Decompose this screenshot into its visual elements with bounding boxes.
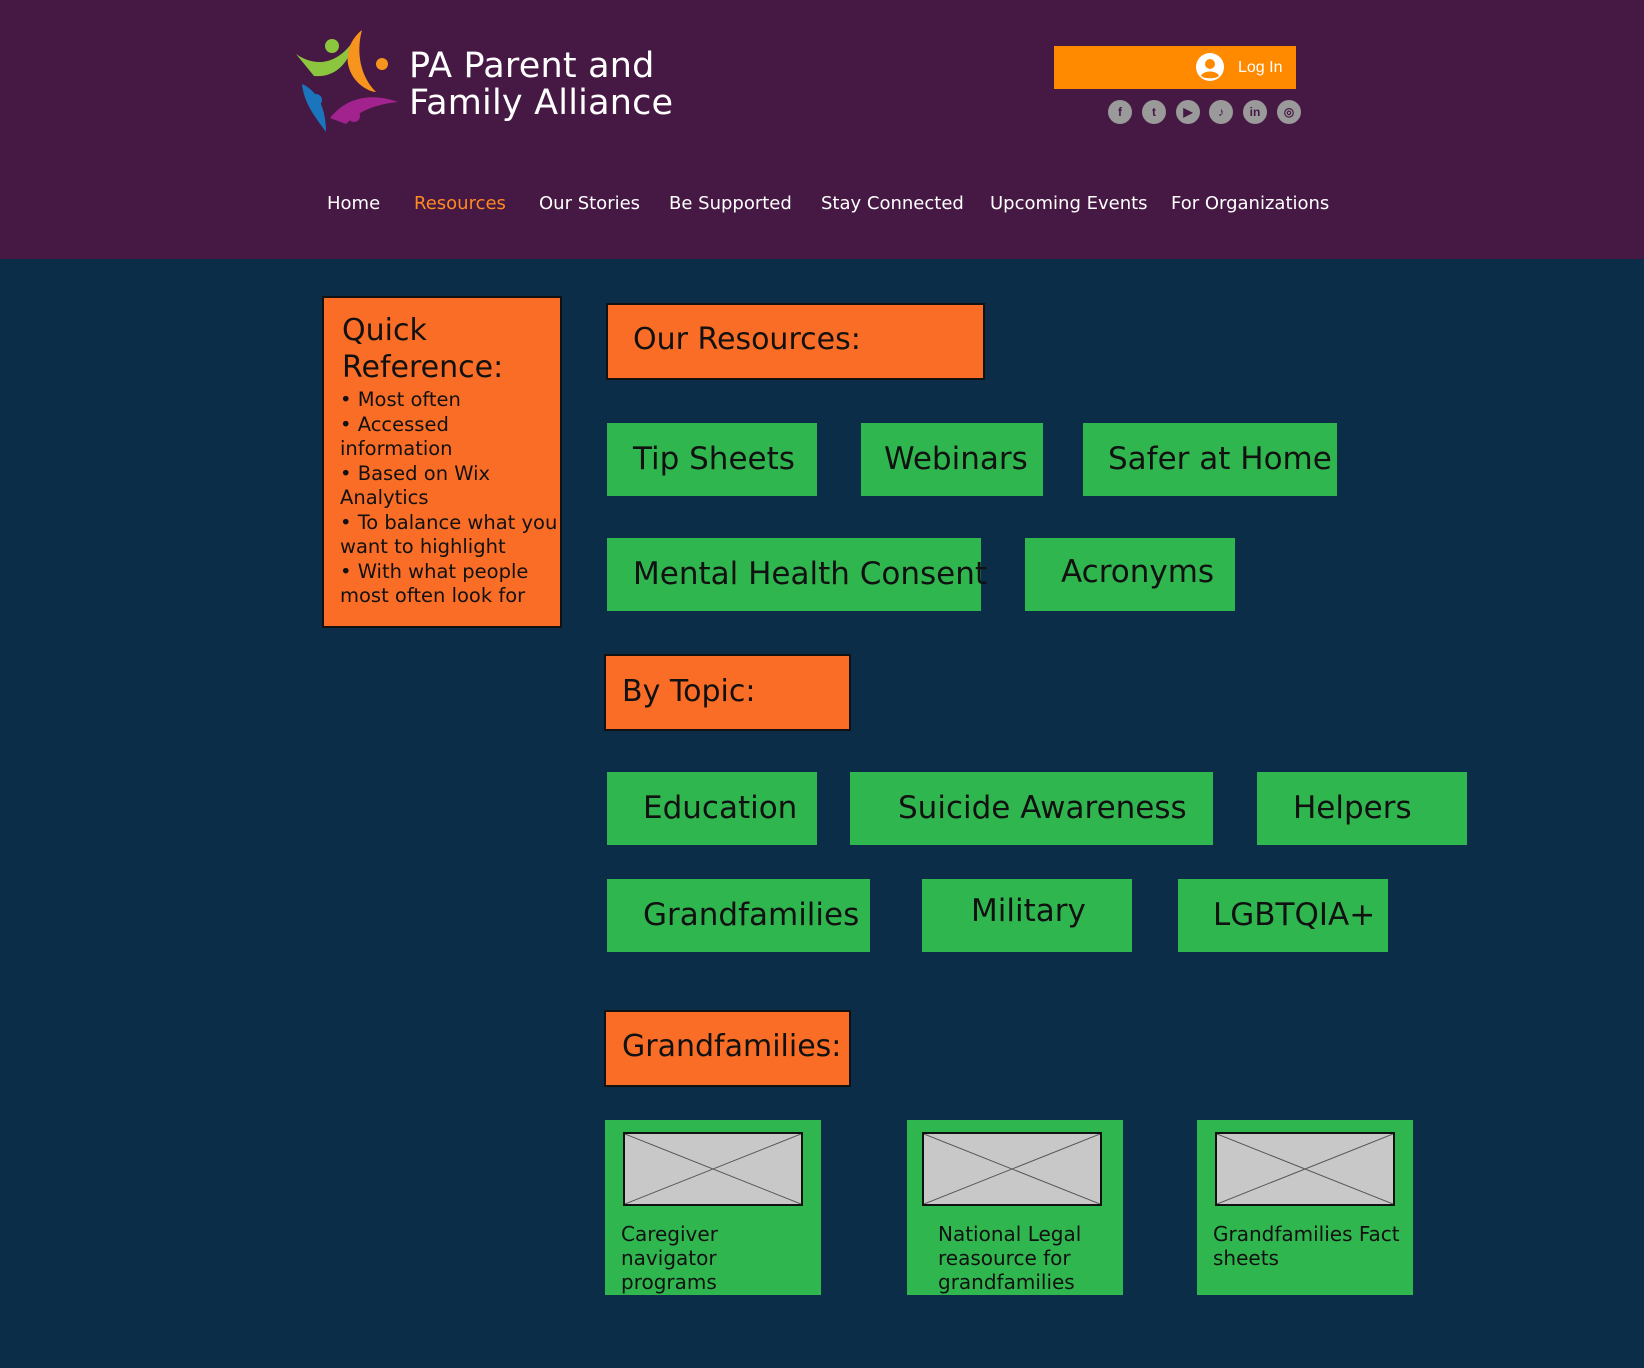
button-label: Safer at Home: [1108, 441, 1332, 477]
quick-reference-bullet: • Based on Wix Analytics: [340, 461, 491, 510]
resource-card-fact-sheets[interactable]: Grandfamilies Fact sheets: [1197, 1120, 1413, 1295]
button-label: LGBTQIA+: [1213, 897, 1376, 933]
nav-item-upcoming-events[interactable]: Upcoming Events: [990, 192, 1148, 216]
youtube-icon[interactable]: ▶: [1176, 100, 1200, 124]
nav-item-for-organizations[interactable]: For Organizations: [1171, 192, 1329, 216]
grandfamilies-heading: Grandfamilies:: [622, 1029, 842, 1064]
facebook-icon[interactable]: f: [1108, 100, 1132, 124]
button-label: Suicide Awareness: [898, 790, 1187, 826]
twitter-icon[interactable]: t: [1142, 100, 1166, 124]
user-avatar-icon[interactable]: [1196, 53, 1224, 81]
button-label: Tip Sheets: [633, 441, 795, 477]
image-placeholder-icon: [922, 1132, 1102, 1206]
card-label: Grandfamilies Fact sheets: [1213, 1222, 1400, 1270]
quick-reference-bullet: • With what people most often look for: [340, 559, 529, 608]
button-label: Webinars: [884, 441, 1028, 477]
card-label: Caregiver navigator programs: [621, 1222, 718, 1294]
button-label: Grandfamilies: [643, 897, 860, 933]
quick-reference-bullet: • Accessed information: [340, 412, 453, 461]
image-placeholder-icon: [623, 1132, 803, 1206]
button-label: Acronyms: [1061, 554, 1215, 590]
grandfamilies-button[interactable]: Grandfamilies: [607, 879, 870, 952]
linkedin-icon[interactable]: in: [1243, 100, 1267, 124]
tiktok-icon[interactable]: ♪: [1209, 100, 1233, 124]
quick-reference-title: Quick Reference:: [342, 313, 504, 385]
nav-item-our-stories[interactable]: Our Stories: [539, 192, 640, 216]
our-resources-heading: Our Resources:: [633, 322, 861, 357]
brand-name-line1: PA Parent and: [409, 46, 655, 86]
safer-at-home-button[interactable]: Safer at Home: [1083, 423, 1337, 496]
nav-item-resources[interactable]: Resources: [414, 192, 506, 216]
card-label: National Legal reasource for grandfamili…: [938, 1222, 1082, 1294]
mental-health-consent-button[interactable]: Mental Health Consent: [607, 538, 987, 611]
image-placeholder-icon: [1215, 1132, 1395, 1206]
resource-card-national-legal[interactable]: National Legal reasource for grandfamili…: [907, 1120, 1123, 1295]
logo-icon[interactable]: [296, 28, 406, 136]
by-topic-heading: By Topic:: [622, 674, 756, 709]
button-label: Education: [643, 790, 798, 826]
instagram-icon[interactable]: ◎: [1277, 100, 1301, 124]
resource-card-caregiver-navigator[interactable]: Caregiver navigator programs: [605, 1120, 821, 1295]
login-label[interactable]: Log In: [1238, 54, 1282, 82]
quick-reference-bullet: • Most often: [340, 388, 461, 411]
button-label: Military: [971, 893, 1086, 929]
webinars-button[interactable]: Webinars: [861, 423, 1043, 496]
button-label: Helpers: [1293, 790, 1412, 826]
helpers-button[interactable]: Helpers: [1257, 772, 1467, 845]
tip-sheets-button[interactable]: Tip Sheets: [607, 423, 817, 496]
nav-item-home[interactable]: Home: [327, 192, 380, 216]
lgbtqia-button[interactable]: LGBTQIA+: [1178, 879, 1388, 952]
military-button[interactable]: Military: [922, 879, 1132, 952]
nav-item-stay-connected[interactable]: Stay Connected: [821, 192, 964, 216]
suicide-awareness-button[interactable]: Suicide Awareness: [850, 772, 1213, 845]
education-button[interactable]: Education: [607, 772, 817, 845]
nav-item-be-supported[interactable]: Be Supported: [669, 192, 792, 216]
acronyms-button[interactable]: Acronyms: [1025, 538, 1235, 611]
quick-reference-list: • Most often • Accessed information • Ba…: [340, 388, 558, 609]
brand-name-line2: Family Alliance: [409, 83, 674, 123]
quick-reference-bullet: • To balance what you want to highlight: [340, 510, 558, 559]
site-header: [0, 0, 1644, 259]
button-label: Mental Health Consent: [633, 556, 988, 592]
